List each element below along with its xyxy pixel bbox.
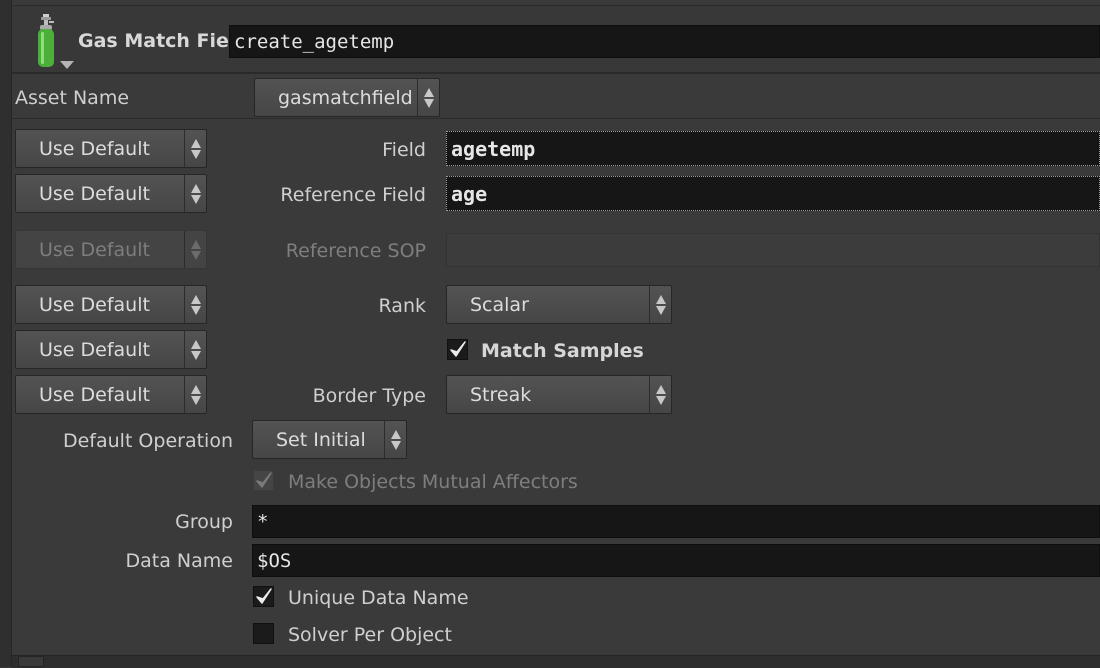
data-name-label: Data Name — [125, 550, 233, 572]
gas-tank-icon[interactable] — [32, 12, 60, 72]
section-tab[interactable] — [18, 656, 44, 667]
rank-menu[interactable]: Scalar — [446, 285, 672, 324]
menu-arrows-icon — [184, 286, 206, 323]
field-mode-menu[interactable]: Use Default — [15, 129, 207, 168]
bottom-section-strip — [12, 655, 1100, 668]
rank-label: Rank — [378, 295, 426, 317]
group-input[interactable]: * — [252, 505, 1100, 538]
solver-per-object-checkbox[interactable] — [253, 623, 274, 644]
field-label: Field — [382, 139, 426, 161]
menu-arrows-icon — [417, 79, 439, 116]
reference-sop-label: Reference SOP — [285, 240, 426, 262]
match-samples-mode-value: Use Default — [39, 338, 150, 361]
unique-data-name-label: Unique Data Name — [288, 587, 469, 609]
border-type-mode-value: Use Default — [39, 383, 150, 406]
unique-data-name-checkbox[interactable] — [253, 586, 274, 607]
field-input[interactable]: agetemp — [446, 131, 1100, 166]
rank-mode-menu[interactable]: Use Default — [15, 285, 207, 324]
border-type-label: Border Type — [312, 385, 426, 407]
node-type-label: Gas Match Field — [78, 30, 250, 52]
menu-arrows-icon — [184, 376, 206, 413]
checkmark-icon — [450, 341, 466, 357]
asset-name-label: Asset Name — [15, 87, 130, 109]
menu-arrows-icon — [184, 175, 206, 212]
reference-field-input[interactable]: age — [446, 176, 1100, 211]
match-samples-label: Match Samples — [481, 340, 644, 362]
node-name-field[interactable]: create_agetemp — [229, 25, 1100, 58]
chevron-down-icon[interactable] — [60, 61, 74, 69]
field-mode-value: Use Default — [39, 137, 150, 160]
rank-value: Scalar — [470, 293, 529, 316]
reference-sop-mode-value: Use Default — [39, 238, 150, 261]
menu-arrows-icon — [649, 286, 671, 323]
data-name-input[interactable]: $OS — [252, 544, 1100, 577]
match-samples-checkbox[interactable] — [447, 339, 468, 360]
reference-field-mode-menu[interactable]: Use Default — [15, 174, 207, 213]
default-operation-value: Set Initial — [276, 428, 366, 451]
solver-per-object-label: Solver Per Object — [288, 624, 452, 646]
group-label: Group — [175, 511, 233, 533]
default-operation-menu[interactable]: Set Initial — [252, 420, 407, 459]
reference-field-mode-value: Use Default — [39, 182, 150, 205]
asset-name-value: gasmatchfield — [278, 86, 413, 109]
menu-arrows-icon — [184, 331, 206, 368]
border-type-mode-menu[interactable]: Use Default — [15, 375, 207, 414]
default-operation-label: Default Operation — [62, 430, 233, 452]
reference-sop-mode-menu: Use Default — [15, 230, 207, 269]
rank-mode-value: Use Default — [39, 293, 150, 316]
reference-field-label: Reference Field — [280, 184, 426, 206]
border-type-menu[interactable]: Streak — [446, 375, 672, 414]
make-mutual-checkbox — [253, 470, 274, 491]
menu-arrows-icon — [184, 231, 206, 268]
menu-arrows-icon — [384, 421, 406, 458]
menu-arrows-icon — [184, 130, 206, 167]
left-gutter — [0, 0, 12, 667]
checkmark-icon — [256, 588, 272, 604]
border-type-value: Streak — [470, 383, 532, 406]
reference-sop-input — [446, 233, 1100, 267]
asset-name-menu[interactable]: gasmatchfield — [254, 78, 440, 117]
make-mutual-label: Make Objects Mutual Affectors — [288, 471, 578, 493]
section-divider — [12, 118, 1100, 119]
checkmark-icon — [256, 472, 272, 488]
menu-arrows-icon — [649, 376, 671, 413]
match-samples-mode-menu[interactable]: Use Default — [15, 330, 207, 369]
